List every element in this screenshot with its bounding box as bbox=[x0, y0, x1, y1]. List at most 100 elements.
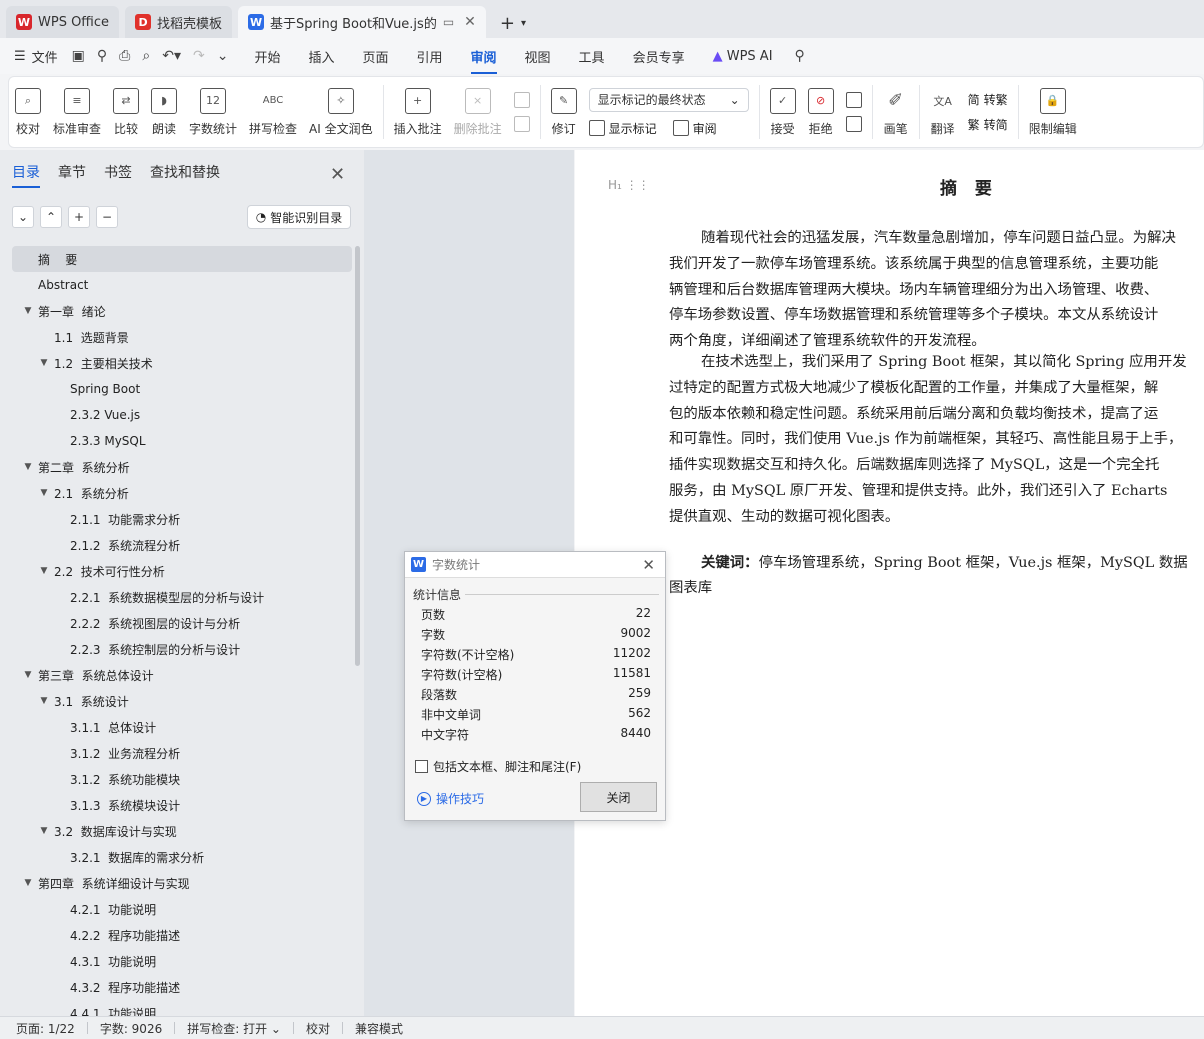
menu-tab-view[interactable]: 视图 bbox=[525, 41, 551, 72]
next-comment-icon[interactable] bbox=[513, 116, 530, 132]
nav-tab-sections[interactable]: 章节 bbox=[58, 162, 86, 188]
translate-button[interactable]: 文A 翻译 bbox=[924, 77, 962, 147]
compare-button[interactable]: ⇄ 比较 bbox=[107, 77, 145, 147]
toc-item[interactable]: 2.2.2 系统视图层的设计与分析 bbox=[12, 610, 352, 636]
page-indicator[interactable]: 页面: 1/22 bbox=[16, 1020, 75, 1037]
dialog-title-bar[interactable]: W 字数统计 ✕ bbox=[405, 552, 665, 578]
toc-item[interactable]: ▼ 2.2 技术可行性分析 bbox=[12, 558, 352, 584]
remove-heading-icon[interactable]: − bbox=[96, 206, 118, 228]
menu-tab-reference[interactable]: 引用 bbox=[417, 41, 443, 72]
toc-item[interactable]: 3.1.3 系统模块设计 bbox=[12, 792, 352, 818]
menu-tab-page[interactable]: 页面 bbox=[362, 41, 388, 72]
print-preview-icon[interactable]: ⌕ bbox=[142, 48, 150, 64]
expand-arrow-icon[interactable]: ▼ bbox=[22, 670, 34, 680]
toc-item[interactable]: 摘 要 bbox=[12, 246, 352, 272]
save-icon[interactable]: ▣ bbox=[72, 48, 85, 64]
tab-wps-office[interactable]: W WPS Office bbox=[6, 6, 120, 38]
toc-item[interactable]: 4.3.1 功能说明 bbox=[12, 948, 352, 974]
ai-polish-button[interactable]: ✧ AI 全文润色 bbox=[303, 77, 379, 147]
markup-select[interactable]: 显示标记的最终状态 ⌄ bbox=[588, 87, 749, 112]
toc-item[interactable]: 3.1.1 总体设计 bbox=[12, 714, 352, 740]
expand-arrow-icon[interactable]: ▼ bbox=[38, 488, 50, 498]
close-button[interactable]: 关闭 bbox=[580, 782, 657, 812]
chevron-down-icon[interactable]: ▾ bbox=[521, 18, 526, 29]
chevron-down-icon[interactable]: ⌄ bbox=[217, 48, 229, 64]
previous-comment-icon[interactable] bbox=[513, 92, 530, 108]
toc-item[interactable]: 3.2.1 数据库的需求分析 bbox=[12, 844, 352, 870]
toc-item[interactable]: 2.3.2 Vue.js bbox=[12, 402, 352, 428]
undo-icon[interactable]: ↶▾ bbox=[162, 48, 181, 64]
wps-ai-button[interactable]: ▲ WPS AI bbox=[713, 43, 773, 70]
menu-tab-review[interactable]: 审阅 bbox=[470, 41, 497, 74]
expand-icon[interactable]: ⌃ bbox=[40, 206, 62, 228]
add-heading-icon[interactable]: + bbox=[68, 206, 90, 228]
menu-tab-insert[interactable]: 插入 bbox=[308, 41, 334, 72]
close-icon[interactable]: ✕ bbox=[464, 14, 476, 30]
file-menu[interactable]: ☰ 文件 bbox=[14, 47, 58, 66]
scrollbar[interactable] bbox=[355, 246, 360, 666]
toc-item[interactable]: ▼ 第二章 系统分析 bbox=[12, 454, 352, 480]
toc-item[interactable]: 2.1.2 系统流程分析 bbox=[12, 532, 352, 558]
toc-item[interactable]: 2.3.3 MySQL bbox=[12, 428, 352, 454]
include-footnotes-checkbox[interactable]: 包括文本框、脚注和尾注(F) bbox=[415, 758, 581, 775]
toc-item[interactable]: 3.1.2 系统功能模块 bbox=[12, 766, 352, 792]
tab-document[interactable]: W 基于Spring Boot和Vue.js的 ▭ ✕ bbox=[238, 6, 486, 38]
checkbox-box[interactable] bbox=[415, 760, 428, 773]
toc-item[interactable]: ▼ 1.2 主要相关技术 bbox=[12, 350, 352, 376]
tips-link[interactable]: ▶ 操作技巧 bbox=[417, 790, 484, 807]
toc-item[interactable]: 1.1 选题背景 bbox=[12, 324, 352, 350]
document-page[interactable]: H₁ ⋮⋮ 摘 要 随着现代社会的迅猛发展，汽车数量急剧增加，停车问题日益凸显。… bbox=[575, 150, 1204, 1016]
nav-tab-toc[interactable]: 目录 bbox=[12, 162, 40, 188]
track-changes-button[interactable]: ✎ 修订 bbox=[545, 77, 583, 147]
toc-item[interactable]: 2.2.3 系统控制层的分析与设计 bbox=[12, 636, 352, 662]
close-icon[interactable]: ✕ bbox=[642, 556, 655, 574]
toc-item[interactable]: ▼ 第四章 系统详细设计与实现 bbox=[12, 870, 352, 896]
expand-arrow-icon[interactable]: ▼ bbox=[22, 462, 34, 472]
insert-comment-button[interactable]: + 插入批注 bbox=[388, 77, 448, 147]
accept-button[interactable]: ✓ 接受 bbox=[764, 77, 802, 147]
toc-item[interactable]: ▼ 第一章 绪论 bbox=[12, 298, 352, 324]
read-aloud-button[interactable]: ◗ 朗读 bbox=[145, 77, 183, 147]
proofread-indicator[interactable]: 校对 bbox=[306, 1020, 330, 1037]
toc-item[interactable]: 4.2.1 功能说明 bbox=[12, 896, 352, 922]
expand-arrow-icon[interactable]: ▼ bbox=[38, 358, 50, 368]
next-change-icon[interactable] bbox=[845, 116, 862, 132]
menu-tab-member[interactable]: 会员专享 bbox=[633, 41, 685, 72]
restrict-editing-button[interactable]: 🔒 限制编辑 bbox=[1023, 77, 1083, 147]
toc-item[interactable]: 4.3.2 程序功能描述 bbox=[12, 974, 352, 1000]
expand-arrow-icon[interactable]: ▼ bbox=[38, 826, 50, 836]
standard-review-button[interactable]: ≡ 标准审查 bbox=[47, 77, 107, 147]
toc-item[interactable]: 4.2.2 程序功能描述 bbox=[12, 922, 352, 948]
toc-item[interactable]: ▼ 3.1 系统设计 bbox=[12, 688, 352, 714]
expand-arrow-icon[interactable]: ▼ bbox=[22, 306, 34, 316]
print-icon[interactable]: ⎙ bbox=[119, 48, 130, 64]
to-traditional-button[interactable]: 简转繁 bbox=[968, 91, 1008, 108]
menu-tab-home[interactable]: 开始 bbox=[254, 41, 280, 72]
toc-item[interactable]: ▼ 2.1 系统分析 bbox=[12, 480, 352, 506]
toc-item[interactable]: Spring Boot bbox=[12, 376, 352, 402]
expand-arrow-icon[interactable]: ▼ bbox=[22, 878, 34, 888]
toc-item[interactable]: 2.1.1 功能需求分析 bbox=[12, 506, 352, 532]
close-icon[interactable]: ✕ bbox=[330, 164, 345, 185]
new-tab-button[interactable]: + ▾ bbox=[492, 8, 534, 38]
redo-icon[interactable]: ↷ bbox=[193, 48, 205, 64]
reject-button[interactable]: ⊘ 拒绝 bbox=[802, 77, 840, 147]
nav-tab-find-replace[interactable]: 查找和替换 bbox=[150, 162, 220, 188]
word-count-indicator[interactable]: 字数: 9026 bbox=[100, 1020, 162, 1037]
toc-item[interactable]: 2.2.1 系统数据模型层的分析与设计 bbox=[12, 584, 352, 610]
share-icon[interactable]: ⚲ bbox=[97, 48, 107, 64]
menu-tab-tools[interactable]: 工具 bbox=[579, 41, 605, 72]
pen-button[interactable]: ✐ 画笔 bbox=[877, 77, 915, 147]
show-markup-button[interactable]: 显示标记 bbox=[609, 120, 657, 137]
heading-marker-icon[interactable]: H₁ ⋮⋮ bbox=[608, 178, 650, 192]
proofread-button[interactable]: ⌕ 校对 bbox=[9, 77, 47, 147]
word-count-button[interactable]: 12 字数统计 bbox=[183, 77, 243, 147]
tab-template[interactable]: D 找稻壳模板 bbox=[125, 6, 233, 38]
collapse-icon[interactable]: ⌄ bbox=[12, 206, 34, 228]
review-button[interactable]: 审阅 bbox=[693, 120, 717, 137]
expand-arrow-icon[interactable]: ▼ bbox=[38, 696, 50, 706]
to-simplified-button[interactable]: 繁转简 bbox=[968, 116, 1008, 133]
delete-comment-button[interactable]: × 删除批注 bbox=[448, 77, 508, 147]
spell-check-indicator[interactable]: 拼写检查: 打开 ⌄ bbox=[187, 1020, 281, 1037]
toc-item[interactable]: Abstract bbox=[12, 272, 352, 298]
